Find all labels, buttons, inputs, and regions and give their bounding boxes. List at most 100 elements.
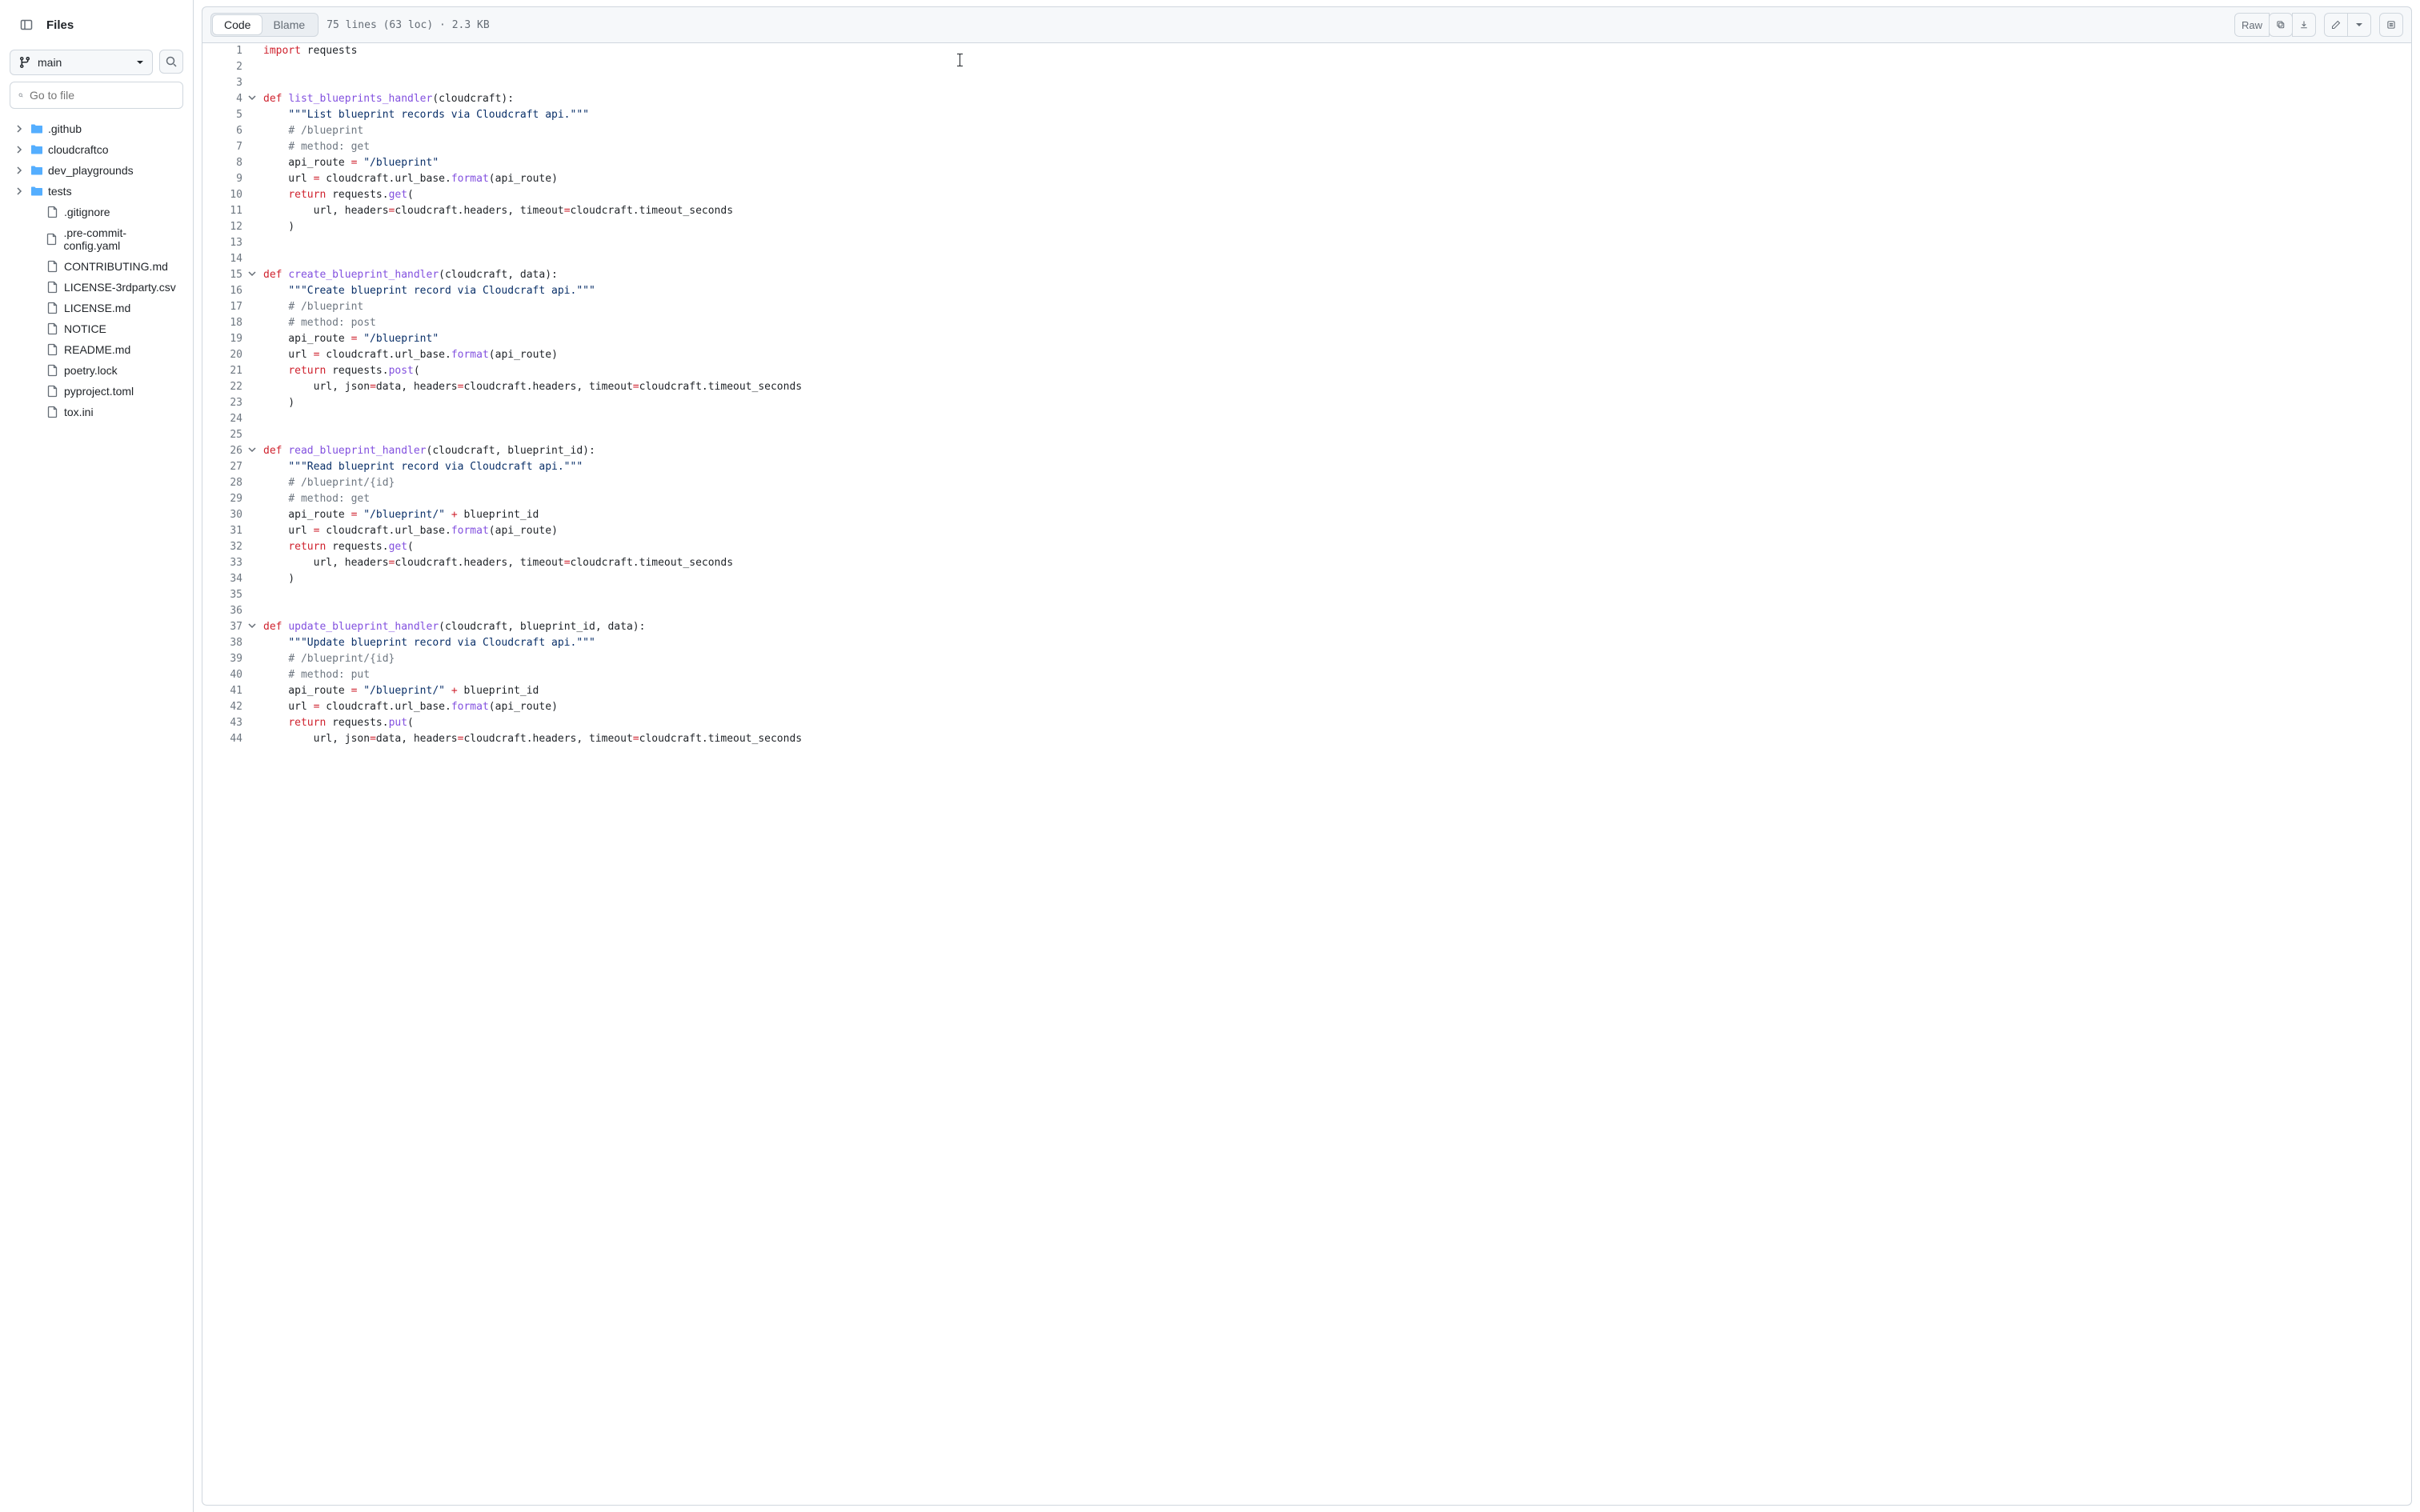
code-content[interactable]: def create_blueprint_handler(cloudcraft,… [252,267,2411,283]
code-content[interactable]: url = cloudcraft.url_base.format(api_rou… [252,523,2411,539]
fold-toggle[interactable] [247,445,257,454]
line-number[interactable]: 9 [202,171,252,187]
code-line[interactable]: 9 url = cloudcraft.url_base.format(api_r… [202,171,2411,187]
code-line[interactable]: 19 api_route = "/blueprint" [202,331,2411,347]
code-line[interactable]: 23 ) [202,395,2411,411]
tab-blame[interactable]: Blame [262,15,316,34]
code-line[interactable]: 38 """Update blueprint record via Cloudc… [202,635,2411,651]
line-number[interactable]: 21 [202,363,252,379]
line-number[interactable]: 24 [202,411,252,427]
line-number[interactable]: 7 [202,139,252,155]
code-content[interactable]: ) [252,395,2411,411]
line-number[interactable]: 28 [202,475,252,491]
code-line[interactable]: 44 url, json=data, headers=cloudcraft.he… [202,731,2411,747]
code-line[interactable]: 32 return requests.get( [202,539,2411,555]
code-line[interactable]: 30 api_route = "/blueprint/" + blueprint… [202,507,2411,523]
code-content[interactable]: return requests.post( [252,363,2411,379]
line-number[interactable]: 39 [202,651,252,667]
download-button[interactable] [2292,13,2316,37]
code-line[interactable]: 22 url, json=data, headers=cloudcraft.he… [202,379,2411,395]
code-content[interactable]: import requests [252,43,2411,59]
code-line[interactable]: 12 ) [202,219,2411,235]
code-line[interactable]: 31 url = cloudcraft.url_base.format(api_… [202,523,2411,539]
line-number[interactable]: 29 [202,491,252,507]
code-line[interactable]: 43 return requests.put( [202,715,2411,731]
code-line[interactable]: 3 [202,75,2411,91]
code-line[interactable]: 18 # method: post [202,315,2411,331]
tree-file[interactable]: tox.ini [10,402,183,422]
code-content[interactable]: # /blueprint/{id} [252,651,2411,667]
line-number[interactable]: 16 [202,283,252,299]
line-number[interactable]: 11 [202,203,252,219]
code-line[interactable]: 34 ) [202,571,2411,587]
code-content[interactable]: """Create blueprint record via Cloudcraf… [252,283,2411,299]
line-number[interactable]: 38 [202,635,252,651]
fold-toggle[interactable] [247,93,257,102]
code-content[interactable]: ) [252,219,2411,235]
line-number[interactable]: 17 [202,299,252,315]
file-filter-input[interactable] [30,89,174,102]
tree-folder[interactable]: .github [10,118,183,139]
line-number[interactable]: 43 [202,715,252,731]
code-content[interactable]: # method: get [252,491,2411,507]
code-content[interactable] [252,603,2411,619]
tree-file[interactable]: CONTRIBUTING.md [10,256,183,277]
line-number[interactable]: 33 [202,555,252,571]
branch-selector-button[interactable]: main [10,50,153,75]
code-view[interactable]: 1import requests234def list_blueprints_h… [202,43,2412,1506]
line-number[interactable]: 27 [202,459,252,475]
code-line[interactable]: 6 # /blueprint [202,123,2411,139]
code-content[interactable]: api_route = "/blueprint/" + blueprint_id [252,683,2411,699]
code-line[interactable]: 24 [202,411,2411,427]
code-line[interactable]: 14 [202,251,2411,267]
code-line[interactable]: 21 return requests.post( [202,363,2411,379]
code-content[interactable] [252,427,2411,443]
code-content[interactable]: return requests.put( [252,715,2411,731]
tree-folder[interactable]: cloudcraftco [10,139,183,160]
fold-toggle[interactable] [247,621,257,630]
line-number[interactable]: 37 [202,619,252,635]
code-content[interactable] [252,59,2411,75]
code-content[interactable]: """List blueprint records via Cloudcraft… [252,107,2411,123]
symbols-button[interactable] [2379,13,2403,37]
code-line[interactable]: 27 """Read blueprint record via Cloudcra… [202,459,2411,475]
code-line[interactable]: 13 [202,235,2411,251]
tree-folder[interactable]: tests [10,181,183,202]
code-content[interactable]: api_route = "/blueprint" [252,155,2411,171]
code-content[interactable]: # method: get [252,139,2411,155]
line-number[interactable]: 41 [202,683,252,699]
code-line[interactable]: 2 [202,59,2411,75]
file-filter[interactable] [10,82,183,109]
code-line[interactable]: 40 # method: put [202,667,2411,683]
code-content[interactable]: return requests.get( [252,187,2411,203]
code-line[interactable]: 29 # method: get [202,491,2411,507]
code-content[interactable]: url, headers=cloudcraft.headers, timeout… [252,203,2411,219]
code-line[interactable]: 25 [202,427,2411,443]
code-content[interactable]: api_route = "/blueprint" [252,331,2411,347]
line-number[interactable]: 4 [202,91,252,107]
line-number[interactable]: 13 [202,235,252,251]
code-content[interactable]: def update_blueprint_handler(cloudcraft,… [252,619,2411,635]
fold-toggle[interactable] [247,269,257,278]
code-line[interactable]: 42 url = cloudcraft.url_base.format(api_… [202,699,2411,715]
tree-file[interactable]: LICENSE-3rdparty.csv [10,277,183,298]
line-number[interactable]: 12 [202,219,252,235]
line-number[interactable]: 10 [202,187,252,203]
line-number[interactable]: 19 [202,331,252,347]
tree-file[interactable]: pyproject.toml [10,381,183,402]
code-content[interactable] [252,411,2411,427]
code-line[interactable]: 20 url = cloudcraft.url_base.format(api_… [202,347,2411,363]
code-content[interactable]: url = cloudcraft.url_base.format(api_rou… [252,347,2411,363]
code-line[interactable]: 28 # /blueprint/{id} [202,475,2411,491]
code-content[interactable] [252,235,2411,251]
code-line[interactable]: 39 # /blueprint/{id} [202,651,2411,667]
code-content[interactable]: # method: put [252,667,2411,683]
search-repo-button[interactable] [159,50,183,74]
code-line[interactable]: 8 api_route = "/blueprint" [202,155,2411,171]
line-number[interactable]: 6 [202,123,252,139]
code-content[interactable]: """Read blueprint record via Cloudcraft … [252,459,2411,475]
code-line[interactable]: 37def update_blueprint_handler(cloudcraf… [202,619,2411,635]
code-line[interactable]: 7 # method: get [202,139,2411,155]
code-line[interactable]: 4def list_blueprints_handler(cloudcraft)… [202,91,2411,107]
line-number[interactable]: 23 [202,395,252,411]
